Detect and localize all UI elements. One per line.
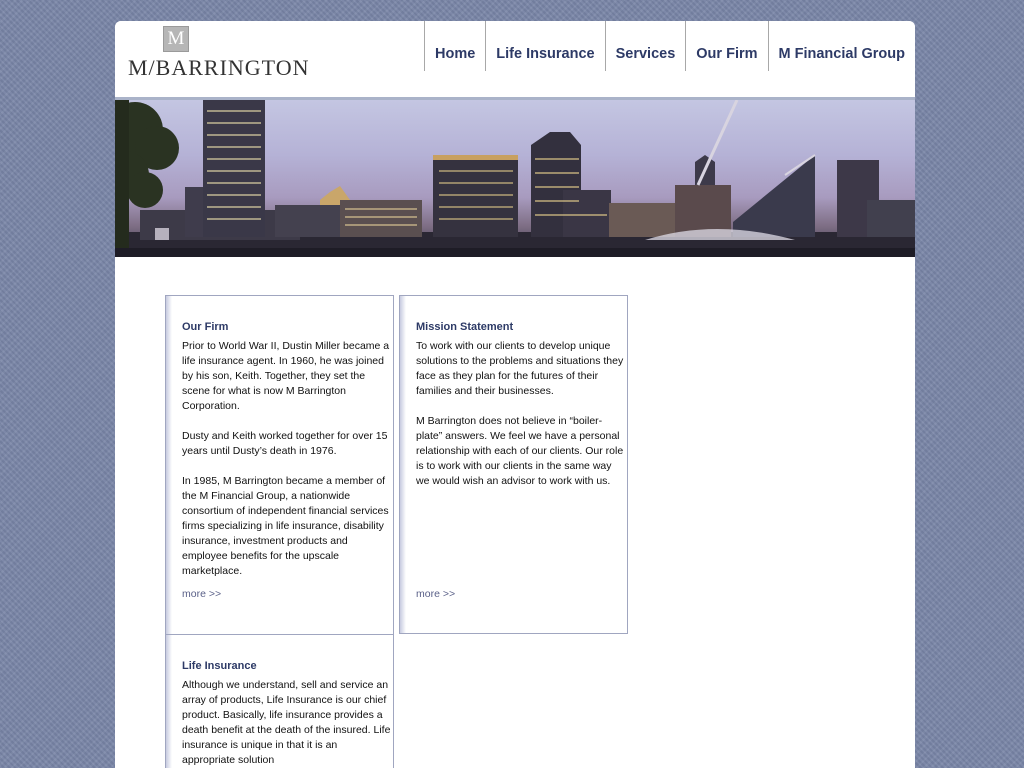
logo-monogram[interactable]: M	[163, 26, 189, 52]
mission-statement-title: Mission Statement	[416, 321, 514, 333]
life-insurance-panel: Life Insurance Although we understand, s…	[165, 634, 394, 768]
logo-monogram-letter: M	[167, 28, 185, 49]
nav-our-firm[interactable]: Our Firm	[685, 21, 767, 71]
life-insurance-paragraph-1: Although we understand, sell and service…	[182, 679, 391, 766]
nav-m-financial-group[interactable]: M Financial Group	[767, 21, 915, 71]
our-firm-more-link[interactable]: more >>	[182, 588, 221, 600]
main-nav: Home Life Insurance Services Our Firm M …	[424, 21, 915, 71]
logo-wordmark[interactable]: M/BARRINGTON	[128, 55, 310, 81]
life-insurance-title: Life Insurance	[182, 660, 257, 672]
mission-more-link[interactable]: more >>	[416, 588, 455, 600]
our-firm-title: Our Firm	[182, 321, 229, 333]
content-area: Our Firm Prior to World War II, Dustin M…	[115, 257, 915, 768]
header: M M/BARRINGTON Home Life Insurance Servi…	[115, 21, 915, 97]
our-firm-paragraph-1: Prior to World War II, Dustin Miller bec…	[182, 340, 390, 412]
mission-statement-panel: Mission Statement To work with our clien…	[399, 295, 628, 634]
skyline-illustration	[115, 100, 915, 257]
nav-services[interactable]: Services	[604, 21, 686, 71]
mission-paragraph-2: M Barrington does not believe in “boiler…	[416, 415, 624, 487]
city-skyline-banner	[115, 100, 915, 257]
page: M M/BARRINGTON Home Life Insurance Servi…	[115, 21, 915, 768]
nav-home[interactable]: Home	[424, 21, 485, 71]
our-firm-paragraph-3: In 1985, M Barrington became a member of…	[182, 475, 389, 577]
our-firm-paragraph-2: Dusty and Keith worked together for over…	[182, 430, 388, 457]
nav-life-insurance[interactable]: Life Insurance	[485, 21, 604, 71]
our-firm-panel: Our Firm Prior to World War II, Dustin M…	[165, 295, 394, 635]
mission-paragraph-1: To work with our clients to develop uniq…	[416, 340, 624, 397]
